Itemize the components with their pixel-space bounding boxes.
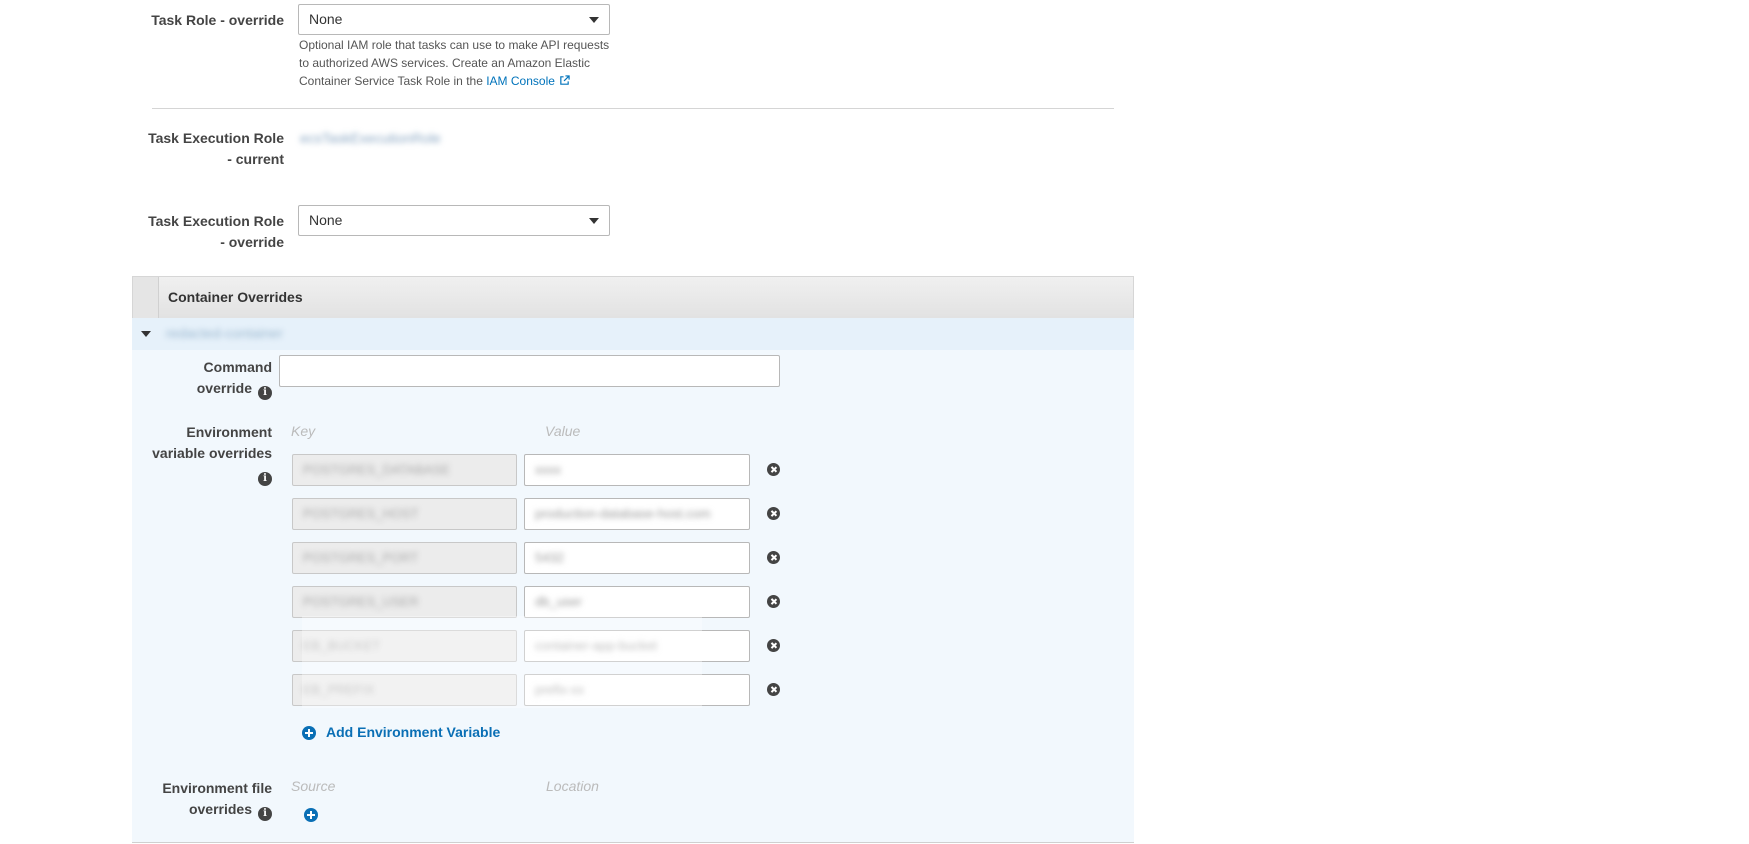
overlay-patch <box>302 616 702 708</box>
task-role-select-value: None <box>309 11 343 27</box>
section-divider <box>152 108 1114 109</box>
env-overrides-label: Environment variable overrides i <box>140 422 272 486</box>
env-label-line1: Environment <box>186 424 272 440</box>
env-value-input[interactable]: 5432 <box>524 542 750 574</box>
env-info-wrap: i <box>140 464 272 486</box>
key-column-header: Key <box>291 423 316 439</box>
add-env-file-icon[interactable] <box>304 808 318 822</box>
remove-icon[interactable] <box>767 551 780 564</box>
env-key-input[interactable]: POSTGRES_DATABASE <box>292 454 517 486</box>
panel-bottom-border <box>132 842 1134 843</box>
external-link-icon <box>560 75 570 85</box>
task-role-help: Optional IAM role that tasks can use to … <box>299 36 619 90</box>
iam-console-link-text: IAM Console <box>486 74 555 88</box>
page: Task Role - override None Optional IAM r… <box>0 0 1749 844</box>
remove-icon[interactable] <box>767 463 780 476</box>
env-value-input[interactable]: db_user <box>524 586 750 618</box>
task-exec-current-label-line1: Task Execution Role <box>148 130 284 146</box>
command-label-line1: Command <box>203 359 272 375</box>
task-exec-override-label-line2: - override <box>220 234 284 250</box>
container-overrides-title: Container Overrides <box>168 289 303 305</box>
location-column-header: Location <box>546 778 599 794</box>
task-exec-override-label-line1: Task Execution Role <box>148 213 284 229</box>
env-value-input[interactable]: production-database-host.com <box>524 498 750 530</box>
command-label-line2-wrap: override i <box>140 378 272 400</box>
env-value-text: production-database-host.com <box>535 506 711 521</box>
env-file-overrides-label: Environment file overrides i <box>140 778 272 821</box>
task-role-select[interactable]: None <box>298 4 610 35</box>
task-exec-role-select-value: None <box>309 212 343 228</box>
task-exec-current-value: ecsTaskExecutionRole <box>300 130 441 146</box>
task-exec-current-label: Task Execution Role - current <box>140 128 284 170</box>
env-value-text: xxxx <box>535 462 561 477</box>
env-file-label-line2-wrap: overrides i <box>140 799 272 821</box>
add-circle-icon[interactable] <box>302 726 316 740</box>
command-label-line2: override <box>196 380 252 396</box>
env-value-text: 5432 <box>535 550 564 565</box>
info-icon[interactable]: i <box>258 472 272 486</box>
value-column-header: Value <box>545 423 581 439</box>
command-override-input[interactable] <box>279 355 780 387</box>
remove-icon[interactable] <box>767 595 780 608</box>
env-key-input[interactable]: POSTGRES_USER <box>292 586 517 618</box>
env-file-label-line1: Environment file <box>162 780 272 796</box>
remove-icon[interactable] <box>767 507 780 520</box>
chevron-down-icon <box>589 17 599 23</box>
env-key-text: POSTGRES_HOST <box>303 506 419 521</box>
task-exec-role-select[interactable]: None <box>298 205 610 236</box>
info-icon[interactable]: i <box>258 386 272 400</box>
env-file-label-line2: overrides <box>188 801 252 817</box>
env-key-input[interactable]: POSTGRES_HOST <box>292 498 517 530</box>
env-key-text: POSTGRES_PORT <box>303 550 419 565</box>
collapse-triangle-icon[interactable] <box>141 331 151 337</box>
remove-icon[interactable] <box>767 683 780 696</box>
task-exec-current-label-line2: - current <box>227 151 284 167</box>
source-column-header: Source <box>291 778 336 794</box>
env-value-input[interactable]: xxxx <box>524 454 750 486</box>
task-role-override-label: Task Role - override <box>140 10 284 31</box>
header-gutter <box>133 277 159 318</box>
iam-console-link[interactable]: IAM Console <box>486 74 570 88</box>
remove-icon[interactable] <box>767 639 780 652</box>
task-role-override-label-text: Task Role - override <box>151 12 284 28</box>
env-key-input[interactable]: POSTGRES_PORT <box>292 542 517 574</box>
env-key-text: POSTGRES_DATABASE <box>303 462 450 477</box>
env-value-text: db_user <box>535 594 582 609</box>
chevron-down-icon <box>589 218 599 224</box>
info-icon[interactable]: i <box>258 807 272 821</box>
task-exec-override-label: Task Execution Role - override <box>140 211 284 253</box>
env-label-line2: variable overrides <box>152 445 272 461</box>
command-override-label: Command override i <box>140 357 272 400</box>
env-key-text: POSTGRES_USER <box>303 594 419 609</box>
container-name: redacted-container <box>166 325 283 341</box>
add-environment-variable-link[interactable]: Add Environment Variable <box>326 724 500 740</box>
container-overrides-header: Container Overrides <box>132 276 1134 319</box>
